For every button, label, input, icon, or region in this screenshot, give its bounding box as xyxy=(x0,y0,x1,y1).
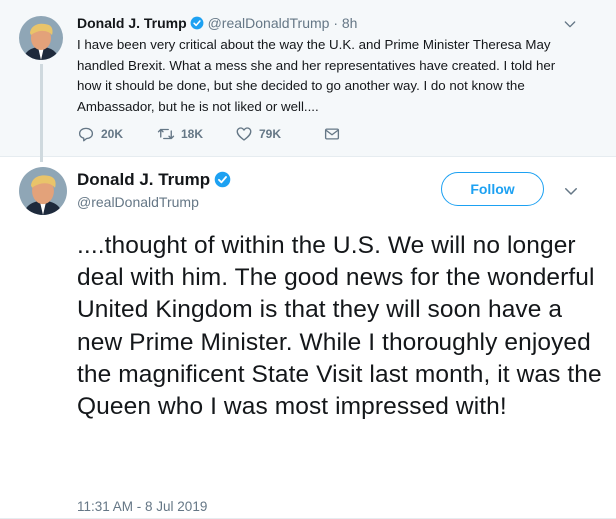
reply-count: 20K xyxy=(101,127,124,141)
retweet-count: 18K xyxy=(181,127,204,141)
parent-tweet[interactable]: Donald J. Trump @realDonaldTrump · 8h I … xyxy=(0,0,616,162)
parent-tweet-header: Donald J. Trump @realDonaldTrump · 8h xyxy=(77,13,357,33)
reply-button[interactable]: 20K xyxy=(77,125,157,143)
like-count: 79K xyxy=(259,127,282,141)
user-handle[interactable]: @realDonaldTrump xyxy=(77,193,199,211)
chevron-down-icon[interactable] xyxy=(562,16,578,32)
retweet-button[interactable]: 18K xyxy=(157,125,235,143)
display-name[interactable]: Donald J. Trump xyxy=(77,15,187,31)
tweet-time[interactable]: 8h xyxy=(342,15,358,31)
verified-badge-icon xyxy=(190,16,204,30)
direct-message-button[interactable] xyxy=(323,125,347,143)
like-button[interactable]: 79K xyxy=(235,125,323,143)
avatar[interactable] xyxy=(19,16,63,60)
verified-badge-icon xyxy=(214,171,231,188)
avatar[interactable] xyxy=(19,167,67,215)
like-icon xyxy=(236,127,252,141)
parent-tweet-text: I have been very critical about the way … xyxy=(77,37,556,114)
retweet-icon xyxy=(157,128,175,140)
follow-button[interactable]: Follow xyxy=(441,172,544,206)
chevron-down-icon[interactable] xyxy=(562,182,580,200)
message-icon xyxy=(324,128,340,140)
user-handle[interactable]: @realDonaldTrump xyxy=(208,15,330,31)
thread-connector-line xyxy=(40,64,43,162)
tweet-timestamp[interactable]: 11:31 AM - 8 Jul 2019 xyxy=(77,498,207,516)
separator-dot: · xyxy=(333,15,338,31)
display-name-text[interactable]: Donald J. Trump xyxy=(77,170,210,189)
tweet-text: ....thought of within the U.S. We will n… xyxy=(77,232,602,421)
tweet-actions: 20K 18K 79K xyxy=(77,124,347,144)
reply-icon xyxy=(78,127,94,142)
display-name[interactable]: Donald J. Trump xyxy=(77,169,231,191)
